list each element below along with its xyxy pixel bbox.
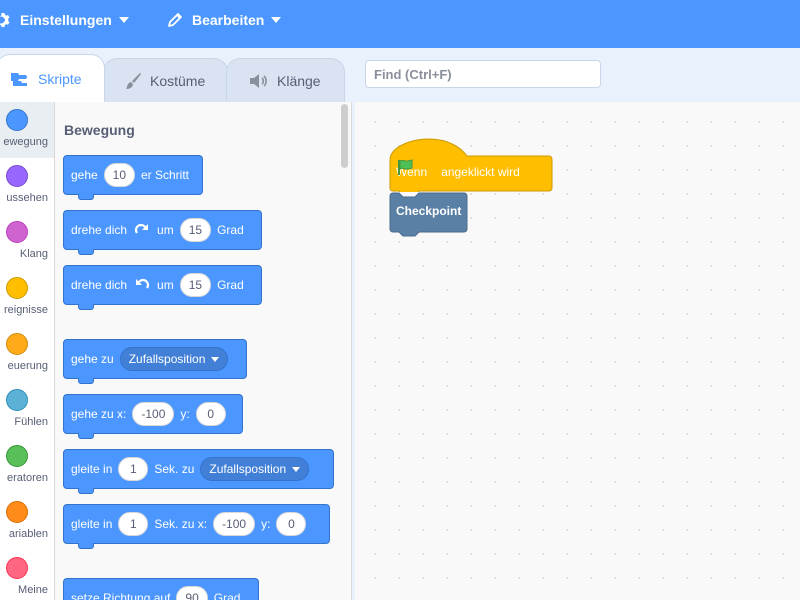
block-text: y: bbox=[261, 517, 271, 531]
category-dot bbox=[6, 333, 28, 355]
find-input[interactable] bbox=[365, 60, 601, 88]
tab-sounds-label: Klänge bbox=[277, 72, 321, 89]
block-goto-xy[interactable]: gehe zu x: -100 y: 0 bbox=[63, 394, 243, 439]
chevron-down-icon bbox=[211, 356, 220, 362]
block-glide-to[interactable]: gleite in 1 Sek. zu Zufallsposition bbox=[63, 449, 334, 494]
category-dot bbox=[6, 557, 28, 579]
goto-target-dropdown[interactable]: Zufallsposition bbox=[119, 347, 229, 371]
block-glide-xy[interactable]: gleite in 1 Sek. zu x: -100 y: 0 bbox=[63, 504, 330, 549]
direction-input[interactable]: 90 bbox=[176, 586, 208, 600]
category-looks[interactable]: ussehen bbox=[0, 158, 54, 214]
chevron-down-icon bbox=[118, 17, 129, 23]
block-text: gehe zu bbox=[71, 352, 114, 366]
x-input[interactable]: -100 bbox=[213, 512, 256, 536]
block-text: um bbox=[157, 278, 174, 292]
y-input[interactable]: 0 bbox=[195, 402, 226, 426]
tab-sounds[interactable]: Klänge bbox=[226, 58, 345, 102]
category-sound[interactable]: Klang bbox=[0, 214, 54, 270]
block-text: drehe dich bbox=[71, 223, 128, 237]
category-my-blocks[interactable]: Meine bbox=[0, 550, 54, 600]
block-goto[interactable]: gehe zu Zufallsposition bbox=[63, 339, 247, 384]
gear-icon bbox=[0, 11, 12, 29]
y-input[interactable]: 0 bbox=[276, 512, 307, 536]
palette-scrollbar[interactable] bbox=[341, 104, 348, 168]
category-label: ussehen bbox=[6, 192, 48, 204]
brush-icon bbox=[124, 72, 142, 90]
block-text: gleite in bbox=[71, 517, 113, 531]
block-text: Grad bbox=[217, 278, 244, 292]
tab-costumes-label: Kostüme bbox=[150, 72, 206, 89]
degrees-input[interactable]: 15 bbox=[179, 218, 212, 242]
block-text: gleite in bbox=[71, 462, 113, 476]
category-dot bbox=[6, 445, 28, 467]
rotate-right-icon bbox=[133, 222, 151, 238]
checkpoint-label: Checkpoint bbox=[396, 204, 462, 218]
block-text: gehe bbox=[71, 168, 98, 182]
category-label: Fühlen bbox=[14, 416, 48, 428]
block-text: setze Richtung auf bbox=[71, 591, 171, 600]
rotate-left-icon bbox=[133, 277, 151, 293]
category-dot bbox=[6, 389, 28, 411]
block-text: er Schritt bbox=[140, 168, 189, 182]
when-flag-clicked-block[interactable]: Wenn angeklickt wird bbox=[389, 138, 553, 192]
category-label: ewegung bbox=[3, 136, 48, 148]
block-text: drehe dich bbox=[71, 278, 128, 292]
block-text: Grad bbox=[217, 223, 244, 237]
chevron-down-icon bbox=[271, 17, 282, 23]
category-sensing[interactable]: Fühlen bbox=[0, 382, 54, 438]
code-icon bbox=[10, 71, 30, 87]
glide-target-dropdown[interactable]: Zufallsposition bbox=[200, 457, 310, 481]
category-label: ariablen bbox=[8, 528, 48, 540]
category-dot bbox=[6, 277, 28, 299]
category-label: Klang bbox=[19, 248, 48, 260]
settings-menu[interactable]: Einstellungen bbox=[0, 0, 129, 40]
edit-menu[interactable]: Bearbeiten bbox=[166, 0, 282, 40]
block-turn-left[interactable]: drehe dich um 15 Grad bbox=[63, 265, 262, 310]
chevron-down-icon bbox=[292, 466, 301, 472]
edit-label: Bearbeiten bbox=[192, 12, 265, 28]
category-label: Meine bbox=[18, 584, 48, 596]
steps-input[interactable]: 10 bbox=[103, 163, 135, 187]
settings-label: Einstellungen bbox=[20, 12, 112, 28]
checkpoint-block[interactable]: Checkpoint bbox=[389, 192, 468, 238]
category-label: reignisse bbox=[3, 304, 48, 316]
category-dot bbox=[6, 165, 28, 187]
seconds-input[interactable]: 1 bbox=[118, 457, 149, 481]
tab-scripts-label: Skripte bbox=[38, 70, 82, 87]
category-control[interactable]: euerung bbox=[0, 326, 54, 382]
dropdown-value: Zufallsposition bbox=[209, 462, 287, 476]
block-text: um bbox=[157, 223, 174, 237]
block-text: gehe zu x: bbox=[71, 407, 127, 421]
category-label: euerung bbox=[7, 360, 48, 372]
seconds-input[interactable]: 1 bbox=[118, 512, 149, 536]
palette-section-title: Bewegung bbox=[64, 122, 135, 138]
category-dot bbox=[6, 221, 28, 243]
tab-scripts[interactable]: Skripte bbox=[0, 54, 105, 102]
degrees-input[interactable]: 15 bbox=[179, 273, 212, 297]
category-events[interactable]: reignisse bbox=[0, 270, 54, 326]
block-point-direction[interactable]: setze Richtung auf 90 Grad bbox=[63, 578, 259, 600]
category-dot bbox=[6, 109, 28, 131]
category-variables[interactable]: ariablen bbox=[0, 494, 54, 550]
dropdown-value: Zufallsposition bbox=[128, 352, 206, 366]
menu-bar: Einstellungen Bearbeiten bbox=[0, 0, 800, 48]
category-motion[interactable]: ewegung bbox=[0, 102, 54, 158]
speaker-icon bbox=[249, 73, 269, 89]
tab-costumes[interactable]: Kostüme bbox=[103, 58, 228, 102]
block-palette: Bewegung gehe 10 er Schritt drehe dich u… bbox=[55, 102, 352, 600]
hat-text: angeklickt wird bbox=[441, 165, 520, 179]
block-text: Grad bbox=[213, 591, 241, 600]
category-operators[interactable]: eratoren bbox=[0, 438, 54, 494]
block-turn-right[interactable]: drehe dich um 15 Grad bbox=[63, 210, 262, 255]
block-text: Sek. zu bbox=[154, 462, 195, 476]
category-menu: ewegung ussehen Klang reignisse euerung … bbox=[0, 102, 55, 600]
block-text: Sek. zu x: bbox=[154, 517, 208, 531]
pencil-icon bbox=[166, 11, 184, 29]
category-label: eratoren bbox=[7, 472, 48, 484]
block-text: y: bbox=[180, 407, 190, 421]
x-input[interactable]: -100 bbox=[132, 402, 175, 426]
category-dot bbox=[6, 501, 28, 523]
block-move-steps[interactable]: gehe 10 er Schritt bbox=[63, 155, 203, 200]
